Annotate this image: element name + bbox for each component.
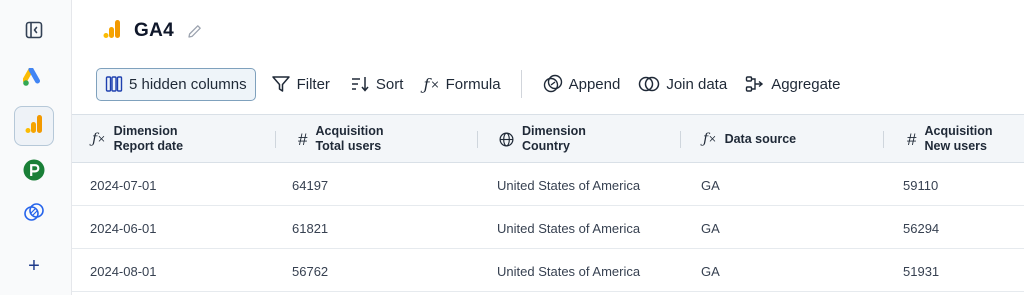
cell-data-source: GA [701,220,720,236]
cell-report-date: 2024-07-01 [90,177,157,193]
google-ads-icon [22,66,45,93]
formula-button[interactable]: ƒ × Formula [423,67,500,101]
link-circles-icon [23,201,45,228]
analytics-bars-icon [24,114,44,139]
aggregate-button[interactable]: Aggregate [745,67,840,101]
sidebar-item-pipedrive[interactable] [14,152,54,192]
column-header-report-date[interactable]: ƒ × Dimension Report date [92,115,183,163]
column-header-line1: Dimension [113,124,178,138]
page-title: GA4 [134,20,174,41]
sidebar-item-google-ads[interactable] [14,60,54,100]
filter-label: Filter [296,75,330,93]
sort-button[interactable]: Sort [350,67,404,101]
cell-data-source: GA [701,177,720,193]
cell-new-users: 59110 [903,177,939,193]
globe-icon [499,132,514,147]
join-data-button[interactable]: Join data [638,67,727,101]
join-data-label: Join data [666,75,728,93]
column-resize-handle[interactable] [883,131,884,148]
column-resize-handle[interactable] [477,131,478,148]
formula-icon: ƒ × [703,130,717,147]
sort-label: Sort [375,75,404,93]
hidden-columns-button[interactable]: 5 hidden columns [96,67,256,101]
main-panel: GA4 5 hidden columns Filter Sort ƒ × Form… [72,0,1024,295]
formula-icon: ƒ × [92,130,106,147]
cell-report-date: 2024-06-01 [90,220,157,236]
append-label: Append [568,75,621,93]
table-row[interactable]: 2024-08-01 56762 United States of Americ… [72,250,1024,292]
column-header-line1: Dimension [522,124,586,138]
formula-icon: ƒ × [423,74,440,94]
column-header-line2: Total users [315,139,382,153]
column-resize-handle[interactable] [680,131,681,148]
cell-total-users: 61821 [292,220,329,236]
cell-country: United States of America [497,263,641,279]
sidebar-item-join[interactable] [14,194,54,234]
column-header-line2: Country [522,139,570,153]
aggregate-icon [745,75,765,93]
panel-left-icon [25,21,43,44]
column-header-line2: Report date [113,139,184,153]
plus-icon: + [28,254,40,277]
column-header-total-users[interactable]: # Acquisition Total users [298,115,384,163]
hash-icon: # [298,129,308,149]
toolbar: 5 hidden columns Filter Sort ƒ × Formula … [96,67,840,101]
analytics-bars-icon [102,19,122,44]
table-header: ƒ × Dimension Report date # Acquisition Tot… [72,114,1024,163]
cell-country: United States of America [497,177,641,193]
table-row[interactable]: 2024-07-01 64197 United States of Americ… [72,164,1024,206]
add-source-button[interactable]: + [14,246,54,286]
append-icon [543,74,563,94]
cell-new-users: 51931 [903,263,940,279]
column-header-line2: New users [924,139,987,153]
filter-icon [271,75,291,93]
column-header-new-users[interactable]: # Acquisition New users [907,115,993,163]
cell-country: United States of America [497,220,641,236]
sidebar: + [0,0,72,295]
cell-report-date: 2024-08-01 [90,263,157,279]
filter-button[interactable]: Filter [271,67,330,101]
cell-data-source: GA [701,263,720,279]
append-button[interactable]: Append [543,67,621,101]
hidden-columns-label: 5 hidden columns [129,75,247,93]
cell-total-users: 64197 [292,177,329,193]
sidebar-item-ga4[interactable] [14,106,54,146]
join-icon [638,75,660,93]
column-header-country[interactable]: Dimension Country [499,115,586,163]
column-header-line1: Data source [724,131,797,146]
table-row[interactable]: 2024-06-01 61821 United States of Americ… [72,207,1024,249]
column-resize-handle[interactable] [275,131,276,148]
hash-icon: # [907,129,917,149]
cell-total-users: 56762 [292,263,329,279]
column-header-line1: Acquisition [315,124,384,138]
formula-label: Formula [445,75,501,93]
column-header-data-source[interactable]: ƒ × Data source [703,115,796,163]
aggregate-label: Aggregate [771,75,841,93]
columns-icon [105,75,123,93]
pipedrive-p-icon [23,159,45,186]
edit-pencil-icon[interactable] [186,23,203,40]
cell-new-users: 56294 [903,220,940,236]
sort-icon [350,75,370,93]
collapse-sidebar-button[interactable] [14,12,54,52]
column-header-line1: Acquisition [924,124,993,138]
page-header: GA4 [102,14,203,48]
toolbar-divider [520,70,522,98]
